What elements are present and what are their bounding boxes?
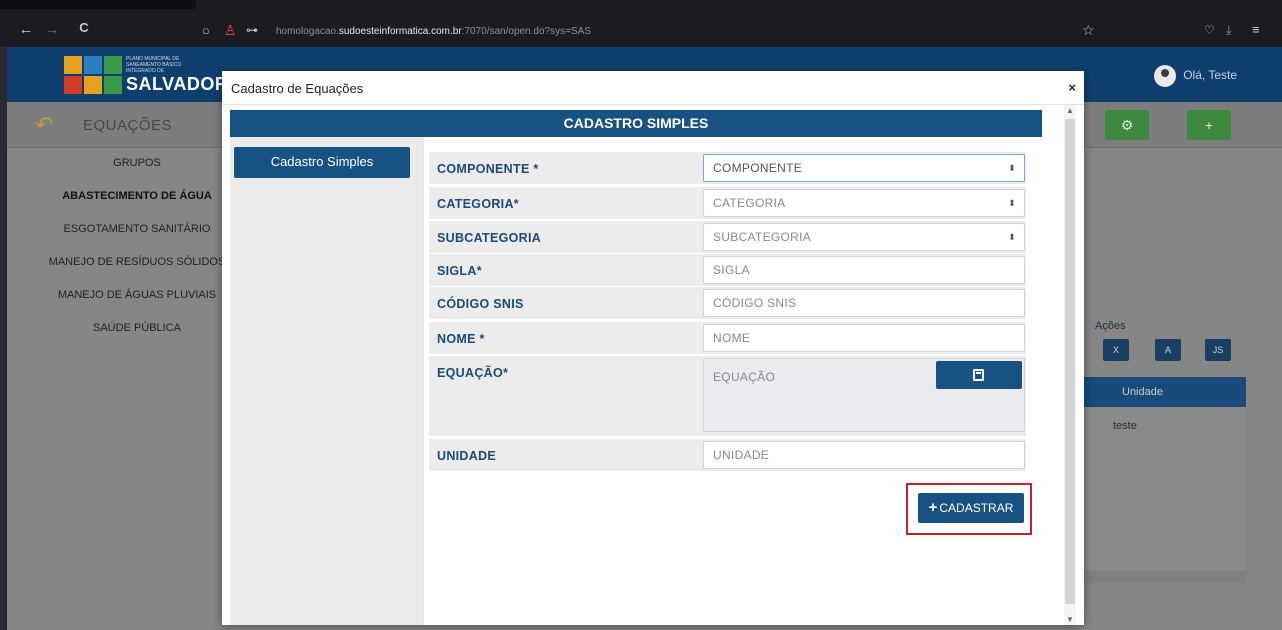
left-pane: Cadastro Simples xyxy=(230,137,422,625)
unidade-input[interactable]: UNIDADE xyxy=(703,441,1025,469)
menu-icon[interactable]: ≡ xyxy=(1252,22,1260,37)
table-cell: teste xyxy=(1113,420,1137,432)
actions-label: Ações xyxy=(1095,320,1126,332)
sigla-label: SIGLA* xyxy=(437,264,482,278)
lock-warning-icon: ♙ xyxy=(224,22,237,38)
scroll-up-icon[interactable]: ▲ xyxy=(1066,106,1074,115)
categoria-select[interactable]: CATEGORIA ⬍ xyxy=(703,189,1025,217)
page-title: EQUAÇÕES xyxy=(83,117,173,134)
field-componente: COMPONENTE * COMPONENTE ⬍ xyxy=(429,152,1026,184)
back-arrow-icon[interactable]: ↶ xyxy=(35,112,53,138)
group-item-residuos[interactable]: MANEJO DE RESÍDUOS SÓLIDOS xyxy=(47,254,227,287)
group-item-abastecimento[interactable]: ABASTECIMENTO DE ÁGUA xyxy=(47,188,227,221)
table-header: Unidade xyxy=(1080,377,1246,407)
bookmark-star-icon[interactable]: ☆ xyxy=(1082,22,1095,39)
nome-input[interactable]: NOME xyxy=(703,324,1025,352)
equacao-label: EQUAÇÃO* xyxy=(437,366,509,380)
field-categoria: CATEGORIA* CATEGORIA ⬍ xyxy=(429,187,1026,219)
pocket-icon[interactable]: ♡ xyxy=(1204,23,1215,37)
subcategoria-select[interactable]: SUBCATEGORIA ⬍ xyxy=(703,223,1025,251)
url-text: homologacao.sudoesteinformatica.com.br:7… xyxy=(276,26,591,37)
group-list: GRUPOS ABASTECIMENTO DE ÁGUA ESGOTAMENTO… xyxy=(47,155,227,353)
field-subcategoria: SUBCATEGORIA SUBCATEGORIA ⬍ xyxy=(429,221,1026,253)
url-bar[interactable]: ○ ♙ ⊶ homologacao.sudoesteinformatica.co… xyxy=(196,22,1262,42)
form-banner: CADASTRO SIMPLES xyxy=(230,110,1042,137)
modal-dialog: Cadastro de Equações × ▲ ▼ CADASTRO SIMP… xyxy=(222,71,1084,625)
modal-title: Cadastro de Equações xyxy=(231,81,364,96)
logo: PLANO MUNICIPAL DE SANEAMENTO BÁSICO INT… xyxy=(62,52,228,98)
group-item-saude[interactable]: SAÚDE PÚBLICA xyxy=(47,320,227,353)
nome-label: NOME * xyxy=(437,332,485,346)
group-item-aguas-pluviais[interactable]: MANEJO DE ÁGUAS PLUVIAIS xyxy=(47,287,227,320)
codigo-snis-input[interactable]: CÓDIGO SNIS xyxy=(703,289,1025,317)
close-icon[interactable]: × xyxy=(1068,80,1076,95)
add-button[interactable]: + xyxy=(1187,110,1231,140)
codigo-snis-label: CÓDIGO SNIS xyxy=(437,297,524,311)
scroll-thumb[interactable] xyxy=(1065,119,1075,604)
plus-icon: + xyxy=(928,499,938,516)
back-icon[interactable]: ← xyxy=(16,21,36,38)
user-menu[interactable]: Olá, Teste xyxy=(1153,65,1237,87)
settings-button[interactable]: ⚙ xyxy=(1105,110,1149,140)
equacao-input[interactable]: EQUAÇÃO xyxy=(703,358,1025,432)
gears-icon: ⚙ xyxy=(1120,117,1134,133)
select-caret-icon: ⬍ xyxy=(1008,232,1016,242)
user-avatar-icon xyxy=(1153,65,1176,87)
tab-strip xyxy=(0,0,1282,9)
subcategoria-label: SUBCATEGORIA xyxy=(437,231,542,245)
browser-toolbar: ← → C ○ ♙ ⊶ homologacao.sudoesteinformat… xyxy=(0,0,1282,47)
field-codigo-snis: CÓDIGO SNIS CÓDIGO SNIS xyxy=(429,287,1026,319)
table-scrollbar[interactable] xyxy=(1080,571,1246,583)
field-nome: NOME * NOME xyxy=(429,322,1026,354)
tab-cadastro-simples[interactable]: Cadastro Simples xyxy=(234,147,410,178)
key-icon: ⊶ xyxy=(246,23,258,37)
modal-body: Cadastro Simples COMPONENTE * COMPONENTE… xyxy=(230,137,1042,625)
form-pane: COMPONENTE * COMPONENTE ⬍ CATEGORIA* CAT… xyxy=(424,137,1042,625)
download-icon[interactable]: ⤓ xyxy=(1226,22,1232,38)
reload-icon[interactable]: C xyxy=(74,20,94,35)
scroll-down-icon[interactable]: ▼ xyxy=(1066,615,1074,624)
unidade-label: UNIDADE xyxy=(437,449,497,463)
excel-export-icon[interactable]: X xyxy=(1103,339,1129,361)
table-body xyxy=(1080,407,1246,573)
field-equacao: EQUAÇÃO* EQUAÇÃO xyxy=(429,356,1026,436)
modal-scrollbar[interactable]: ▲ ▼ xyxy=(1064,105,1076,625)
calculator-button[interactable] xyxy=(936,361,1022,389)
group-item-grupos[interactable]: GRUPOS xyxy=(47,155,227,188)
json-export-icon[interactable]: JS xyxy=(1205,339,1231,361)
calculator-icon xyxy=(973,369,984,381)
select-caret-icon: ⬍ xyxy=(1008,198,1016,208)
plus-icon: + xyxy=(1204,117,1214,133)
componente-select[interactable]: COMPONENTE ⬍ xyxy=(703,154,1025,182)
user-greeting: Olá, Teste xyxy=(1183,68,1237,83)
shield-icon: ○ xyxy=(202,23,210,38)
cadastrar-button[interactable]: + CADASTRAR xyxy=(918,493,1024,523)
categoria-label: CATEGORIA* xyxy=(437,197,519,211)
componente-label: COMPONENTE * xyxy=(437,162,539,176)
field-sigla: SIGLA* SIGLA xyxy=(429,254,1026,286)
modal-header: Cadastro de Equações × xyxy=(222,71,1084,105)
select-caret-icon: ⬍ xyxy=(1008,163,1016,173)
field-unidade: UNIDADE UNIDADE xyxy=(429,439,1026,471)
forward-icon[interactable]: → xyxy=(42,21,62,38)
group-item-esgotamento[interactable]: ESGOTAMENTO SANITÁRIO xyxy=(47,221,227,254)
pdf-export-icon[interactable]: A xyxy=(1155,339,1181,361)
sigla-input[interactable]: SIGLA xyxy=(703,256,1025,284)
